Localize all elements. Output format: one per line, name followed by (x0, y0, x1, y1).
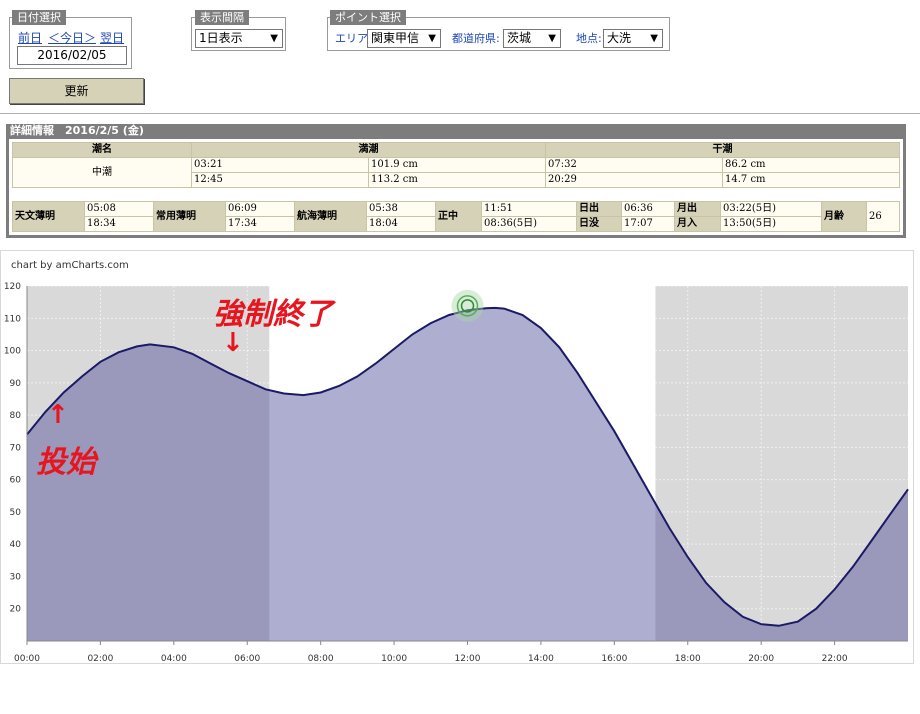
place-select[interactable]: 大洗 ▼ (603, 29, 663, 48)
chevron-down-icon: ▼ (270, 33, 278, 44)
civil-twilight-end: 17:34 (225, 216, 295, 232)
place-label: 地点: (576, 32, 602, 45)
low-tide-time-2: 20:29 (545, 172, 723, 188)
chevron-down-icon: ▼ (650, 33, 658, 44)
interval-select[interactable]: 1日表示 ▼ (195, 29, 283, 48)
date-field[interactable]: 2016/02/05 (17, 46, 127, 65)
moonrise-value: 03:22(5日) (720, 201, 822, 217)
moonset-value: 13:50(5日) (720, 216, 822, 232)
interval-select-value: 1日表示 (199, 31, 243, 45)
detail-inner: 潮名 満潮 干潮 中潮 03:21 101.9 cm 07:32 86.2 cm… (9, 139, 903, 235)
nautical-twilight-end: 18:04 (366, 216, 436, 232)
chevron-down-icon: ▼ (428, 33, 436, 44)
noon-value-1: 11:51 (481, 201, 577, 217)
prefecture-select[interactable]: 茨城 ▼ (503, 29, 561, 48)
today-link[interactable]: ＜今日＞ (48, 29, 96, 46)
area-select-value: 関東甲信 (371, 31, 420, 45)
next-day-link[interactable]: 翌日 (100, 29, 124, 46)
detail-panel: 詳細情報 2016/2/5 (金) 潮名 満潮 干潮 中潮 03:21 101.… (6, 124, 906, 238)
astro-twilight-end: 18:34 (84, 216, 154, 232)
divider (0, 113, 920, 114)
high-tide-time-1: 03:21 (191, 157, 369, 173)
moon-age-label: 月齢 (821, 201, 867, 232)
chevron-down-icon: ▼ (548, 33, 556, 44)
moonset-label: 月入 (674, 216, 721, 232)
low-tide-header: 干潮 (545, 142, 900, 158)
sun-moon-table: 天文薄明 05:08 常用薄明 06:09 航海薄明 05:38 正中 11:5… (12, 201, 900, 232)
chart-container (0, 250, 914, 664)
end-annotation: 強制終了 (213, 297, 333, 332)
high-tide-time-2: 12:45 (191, 172, 369, 188)
low-tide-height-1: 86.2 cm (722, 157, 900, 173)
interval-panel-tag: 表示間隔 (195, 10, 249, 25)
start-arrow: ↑ (47, 400, 69, 430)
sunrise-value: 06:36 (621, 201, 675, 217)
start-annotation: 投始 (36, 445, 96, 480)
moonrise-label: 月出 (674, 201, 721, 217)
sunrise-label: 日出 (576, 201, 622, 217)
tide-name: 中潮 (12, 157, 192, 188)
civil-twilight-start: 06:09 (225, 201, 295, 217)
prev-day-link[interactable]: 前日 (18, 29, 42, 46)
sunset-value: 17:07 (621, 216, 675, 232)
chart-credit[interactable]: chart by amCharts.com (11, 260, 129, 271)
civil-twilight-label: 常用薄明 (153, 201, 226, 232)
high-tide-height-2: 113.2 cm (368, 172, 546, 188)
astro-twilight-label: 天文薄明 (12, 201, 85, 232)
low-tide-height-2: 14.7 cm (722, 172, 900, 188)
prefecture-label: 都道府県: (452, 32, 500, 45)
end-arrow: ↓ (222, 328, 244, 358)
high-tide-height-1: 101.9 cm (368, 157, 546, 173)
tide-name-header: 潮名 (12, 142, 192, 158)
noon-label: 正中 (435, 201, 482, 232)
noon-value-2: 08:36(5日) (481, 216, 577, 232)
update-button[interactable]: 更新 (9, 78, 144, 104)
point-panel-tag: ポイント選択 (330, 10, 406, 25)
detail-title: 詳細情報 2016/2/5 (金) (10, 124, 144, 137)
nautical-twilight-start: 05:38 (366, 201, 436, 217)
low-tide-time-1: 07:32 (545, 157, 723, 173)
place-select-value: 大洗 (607, 31, 632, 45)
moon-age-value: 26 (866, 201, 900, 232)
high-tide-header: 満潮 (191, 142, 546, 158)
tide-table: 潮名 満潮 干潮 中潮 03:21 101.9 cm 07:32 86.2 cm… (12, 142, 900, 188)
sunset-label: 日没 (576, 216, 622, 232)
date-panel-tag: 日付選択 (12, 10, 66, 25)
astro-twilight-start: 05:08 (84, 201, 154, 217)
area-select[interactable]: 関東甲信 ▼ (367, 29, 441, 48)
nautical-twilight-label: 航海薄明 (294, 201, 367, 232)
prefecture-select-value: 茨城 (507, 31, 532, 45)
